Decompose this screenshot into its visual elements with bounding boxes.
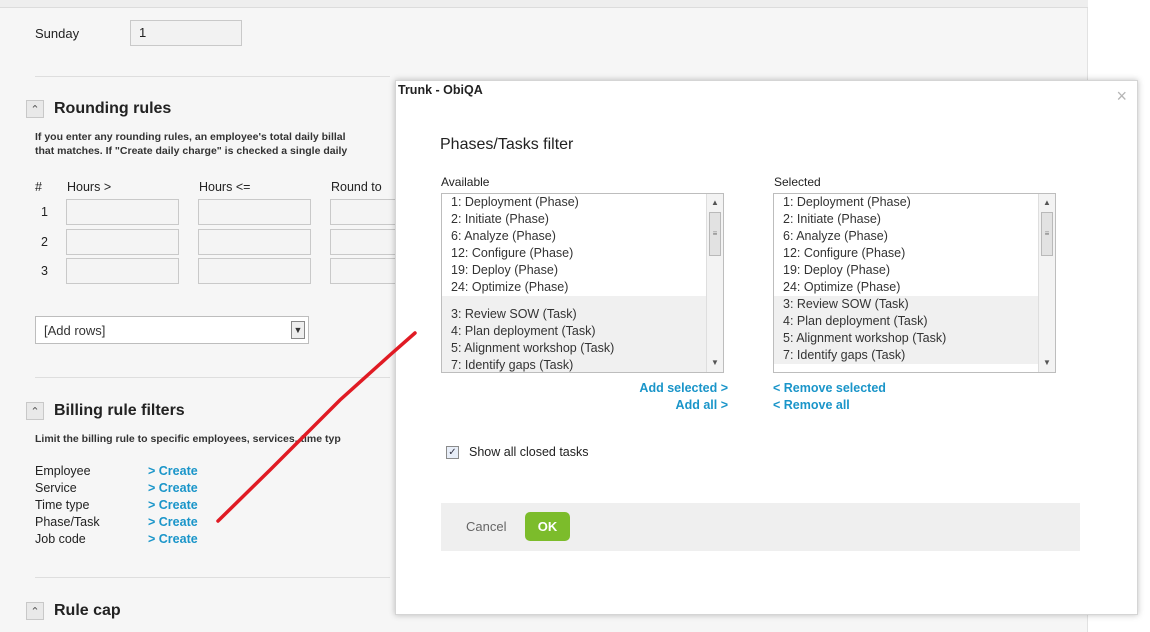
close-icon[interactable]: × <box>1116 87 1127 105</box>
phases-tasks-filter-dialog: Trunk - ObiQA × Phases/Tasks filter Avai… <box>395 80 1138 615</box>
list-item[interactable]: 12: Configure (Phase) <box>442 245 723 262</box>
scroll-thumb[interactable]: ≡ <box>709 212 721 256</box>
filter-label: Service <box>35 481 77 495</box>
list-item[interactable]: 7: Identify gaps (Task) <box>442 357 723 372</box>
filter-label: Employee <box>35 464 91 478</box>
list-item[interactable]: 1: Deployment (Phase) <box>442 194 723 211</box>
hours-lte-input[interactable] <box>198 199 311 225</box>
list-separator <box>442 296 723 306</box>
row-number: 1 <box>41 205 48 219</box>
sunday-input[interactable]: 1 <box>130 20 242 46</box>
hours-gt-input[interactable] <box>66 229 179 255</box>
rule-cap-header[interactable]: ⌃ Rule cap <box>26 602 121 620</box>
remove-all-link[interactable]: < Remove all <box>773 398 850 412</box>
rounding-rules-header[interactable]: ⌃ Rounding rules <box>26 100 171 118</box>
list-item[interactable]: 2: Initiate (Phase) <box>774 211 1055 228</box>
row-number: 3 <box>41 264 48 278</box>
list-item[interactable]: 6: Analyze (Phase) <box>774 228 1055 245</box>
selected-label: Selected <box>774 175 821 189</box>
list-item[interactable]: 7: Identify gaps (Task) <box>774 347 1055 364</box>
dialog-window-title: Trunk - ObiQA <box>398 83 483 97</box>
scroll-thumb[interactable]: ≡ <box>1041 212 1053 256</box>
hours-gt-input[interactable] <box>66 199 179 225</box>
list-item[interactable]: 5: Alignment workshop (Task) <box>774 330 1055 347</box>
collapse-icon[interactable]: ⌃ <box>26 402 44 420</box>
billing-filters-desc: Limit the billing rule to specific emplo… <box>35 433 341 445</box>
add-rows-value: [Add rows] <box>44 323 106 338</box>
filter-row-time-type: Time type > Create <box>35 498 198 512</box>
show-closed-tasks-checkbox[interactable]: ✓ <box>446 445 459 459</box>
list-item[interactable]: 3: Review SOW (Task) <box>442 306 723 323</box>
show-closed-tasks-row[interactable]: ✓ Show all closed tasks <box>446 445 589 459</box>
col-header-round-to: Round to <box>331 180 382 194</box>
filter-row-job-code: Job code > Create <box>35 532 198 546</box>
create-service-filter-link[interactable]: > Create <box>148 481 198 495</box>
row-number: 2 <box>41 235 48 249</box>
cancel-button[interactable]: Cancel <box>466 519 506 534</box>
divider <box>35 76 390 77</box>
list-item[interactable]: 2: Initiate (Phase) <box>442 211 723 228</box>
list-item[interactable]: 12: Configure (Phase) <box>774 245 1055 262</box>
hours-lte-input[interactable] <box>198 258 311 284</box>
remove-selected-link[interactable]: < Remove selected <box>773 381 886 395</box>
add-all-link[interactable]: Add all > <box>676 398 728 412</box>
top-divider <box>0 0 1088 8</box>
hours-lte-input[interactable] <box>198 229 311 255</box>
col-header-hours-lte: Hours <= <box>199 180 251 194</box>
collapse-icon[interactable]: ⌃ <box>26 602 44 620</box>
selected-listbox[interactable]: 1: Deployment (Phase) 2: Initiate (Phase… <box>773 193 1056 373</box>
list-item[interactable]: 19: Deploy (Phase) <box>774 262 1055 279</box>
filter-row-service: Service > Create <box>35 481 198 495</box>
list-item[interactable]: 19: Deploy (Phase) <box>442 262 723 279</box>
scroll-down-icon[interactable]: ▼ <box>1039 356 1055 370</box>
filter-label: Job code <box>35 532 86 546</box>
dialog-heading: Phases/Tasks filter <box>440 136 574 153</box>
scrollbar[interactable]: ▲ ≡ ▼ <box>706 194 723 372</box>
scrollbar[interactable]: ▲ ≡ ▼ <box>1038 194 1055 372</box>
filter-row-phase-task: Phase/Task > Create <box>35 515 198 529</box>
scroll-up-icon[interactable]: ▲ <box>1039 196 1055 210</box>
col-header-hours-gt: Hours > <box>67 180 112 194</box>
rule-cap-title: Rule cap <box>54 602 121 619</box>
create-employee-filter-link[interactable]: > Create <box>148 464 198 478</box>
dialog-footer: Cancel OK <box>441 503 1080 551</box>
filter-row-employee: Employee > Create <box>35 464 198 478</box>
scroll-down-icon[interactable]: ▼ <box>707 356 723 370</box>
filter-label: Time type <box>35 498 90 512</box>
divider <box>35 377 390 378</box>
list-item[interactable]: 4: Plan deployment (Task) <box>442 323 723 340</box>
billing-filters-header[interactable]: ⌃ Billing rule filters <box>26 402 185 420</box>
divider <box>35 577 390 578</box>
available-listbox[interactable]: 1: Deployment (Phase) 2: Initiate (Phase… <box>441 193 724 373</box>
create-time-type-filter-link[interactable]: > Create <box>148 498 198 512</box>
scroll-up-icon[interactable]: ▲ <box>707 196 723 210</box>
dropdown-arrow-icon[interactable]: ▼ <box>291 321 305 339</box>
create-phase-task-filter-link[interactable]: > Create <box>148 515 198 529</box>
list-item[interactable]: 4: Plan deployment (Task) <box>774 313 1055 330</box>
col-header-index: # <box>35 180 42 194</box>
create-job-code-filter-link[interactable]: > Create <box>148 532 198 546</box>
ok-button[interactable]: OK <box>525 512 570 541</box>
list-item[interactable]: 5: Alignment workshop (Task) <box>442 340 723 357</box>
list-item[interactable]: 24: Optimize (Phase) <box>774 279 1055 296</box>
list-item[interactable]: 3: Review SOW (Task) <box>774 296 1055 313</box>
add-selected-link[interactable]: Add selected > <box>639 381 728 395</box>
rounding-desc-line2: that matches. If "Create daily charge" i… <box>35 145 348 157</box>
show-closed-tasks-label: Show all closed tasks <box>469 445 589 459</box>
collapse-icon[interactable]: ⌃ <box>26 100 44 118</box>
available-label: Available <box>441 175 490 189</box>
filter-label: Phase/Task <box>35 515 100 529</box>
rounding-rules-title: Rounding rules <box>54 100 172 117</box>
list-item[interactable]: 1: Deployment (Phase) <box>774 194 1055 211</box>
rounding-desc-line1: If you enter any rounding rules, an empl… <box>35 131 346 143</box>
day-label-sunday: Sunday <box>35 26 80 41</box>
list-item[interactable]: 6: Analyze (Phase) <box>442 228 723 245</box>
add-rows-select[interactable]: [Add rows] ▼ <box>35 316 309 344</box>
hours-gt-input[interactable] <box>66 258 179 284</box>
billing-filters-title: Billing rule filters <box>54 402 185 419</box>
list-item[interactable]: 24: Optimize (Phase) <box>442 279 723 296</box>
